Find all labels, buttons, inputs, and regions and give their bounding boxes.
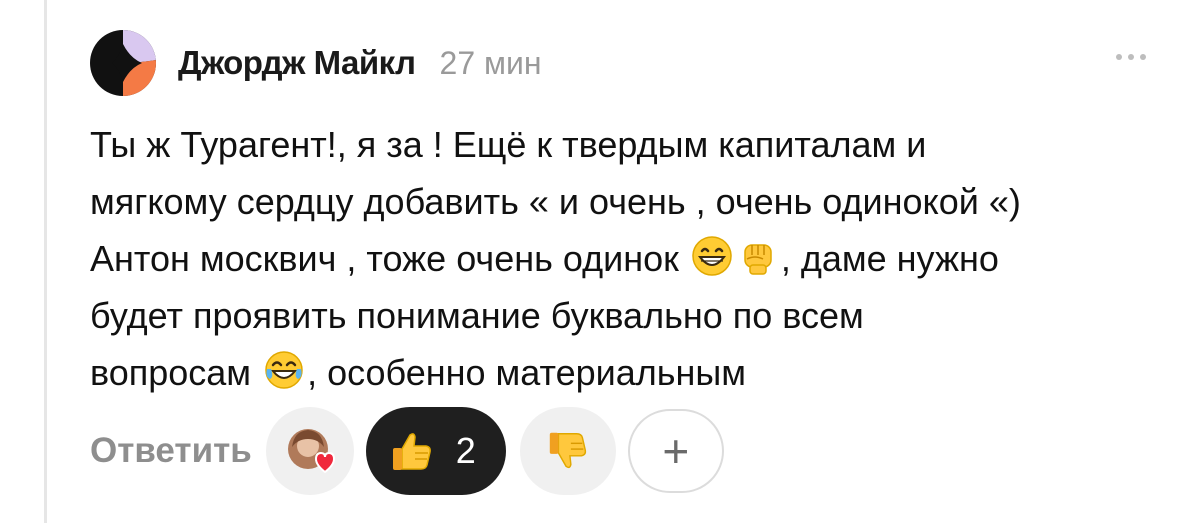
- comment-line: Антон москвич , тоже очень одинок , даме…: [90, 230, 1170, 287]
- author-name[interactable]: Джордж Майкл: [178, 44, 416, 82]
- grinning-face-icon: [692, 236, 732, 276]
- thread-line: [44, 0, 47, 523]
- raised-fist-icon: [744, 244, 772, 275]
- thumbs-up-icon: [392, 433, 431, 470]
- reactor-photo-icon: [287, 429, 335, 474]
- comment-line: будет проявить понимание буквально по вс…: [90, 295, 864, 336]
- more-dot-icon: [1140, 54, 1146, 60]
- more-dot-icon: [1116, 54, 1122, 60]
- reactor-avatar[interactable]: [265, 407, 354, 495]
- comment-line: мягкому сердцу добавить « и очень , очен…: [90, 181, 1021, 222]
- like-button[interactable]: 2: [365, 407, 506, 495]
- comment-line: Ты ж Турагент!, я за ! Ещё к твердым кап…: [90, 124, 927, 165]
- reply-button[interactable]: Ответить: [90, 431, 252, 471]
- comment-line-part: , даме нужно: [780, 238, 999, 279]
- more-options-button[interactable]: [1116, 54, 1146, 60]
- like-count: 2: [455, 430, 476, 471]
- comment-header: Джордж Майкл 27 мин: [90, 30, 1160, 96]
- comment-line-part: , особенно материальным: [307, 352, 747, 393]
- avatar[interactable]: [90, 30, 156, 96]
- comment-actions: Ответить 2 +: [90, 407, 724, 495]
- comment-text: Ты ж Турагент!, я за ! Ещё к твердым кап…: [90, 116, 1170, 401]
- comment-time: 27 мин: [439, 44, 542, 81]
- comment-line: вопросам , особенно материальным: [90, 344, 1170, 401]
- comment-line-part: Антон москвич , тоже очень одинок: [90, 238, 679, 279]
- add-reaction-button[interactable]: +: [627, 409, 724, 493]
- comment-line-part: вопросам: [90, 352, 252, 393]
- dislike-button[interactable]: [519, 407, 616, 495]
- more-dot-icon: [1128, 54, 1134, 60]
- tears-of-joy-icon: [265, 351, 303, 389]
- thumbs-down-icon: [549, 432, 586, 469]
- comment: Джордж Майкл 27 мин Ты ж Турагент!, я за…: [90, 30, 1160, 401]
